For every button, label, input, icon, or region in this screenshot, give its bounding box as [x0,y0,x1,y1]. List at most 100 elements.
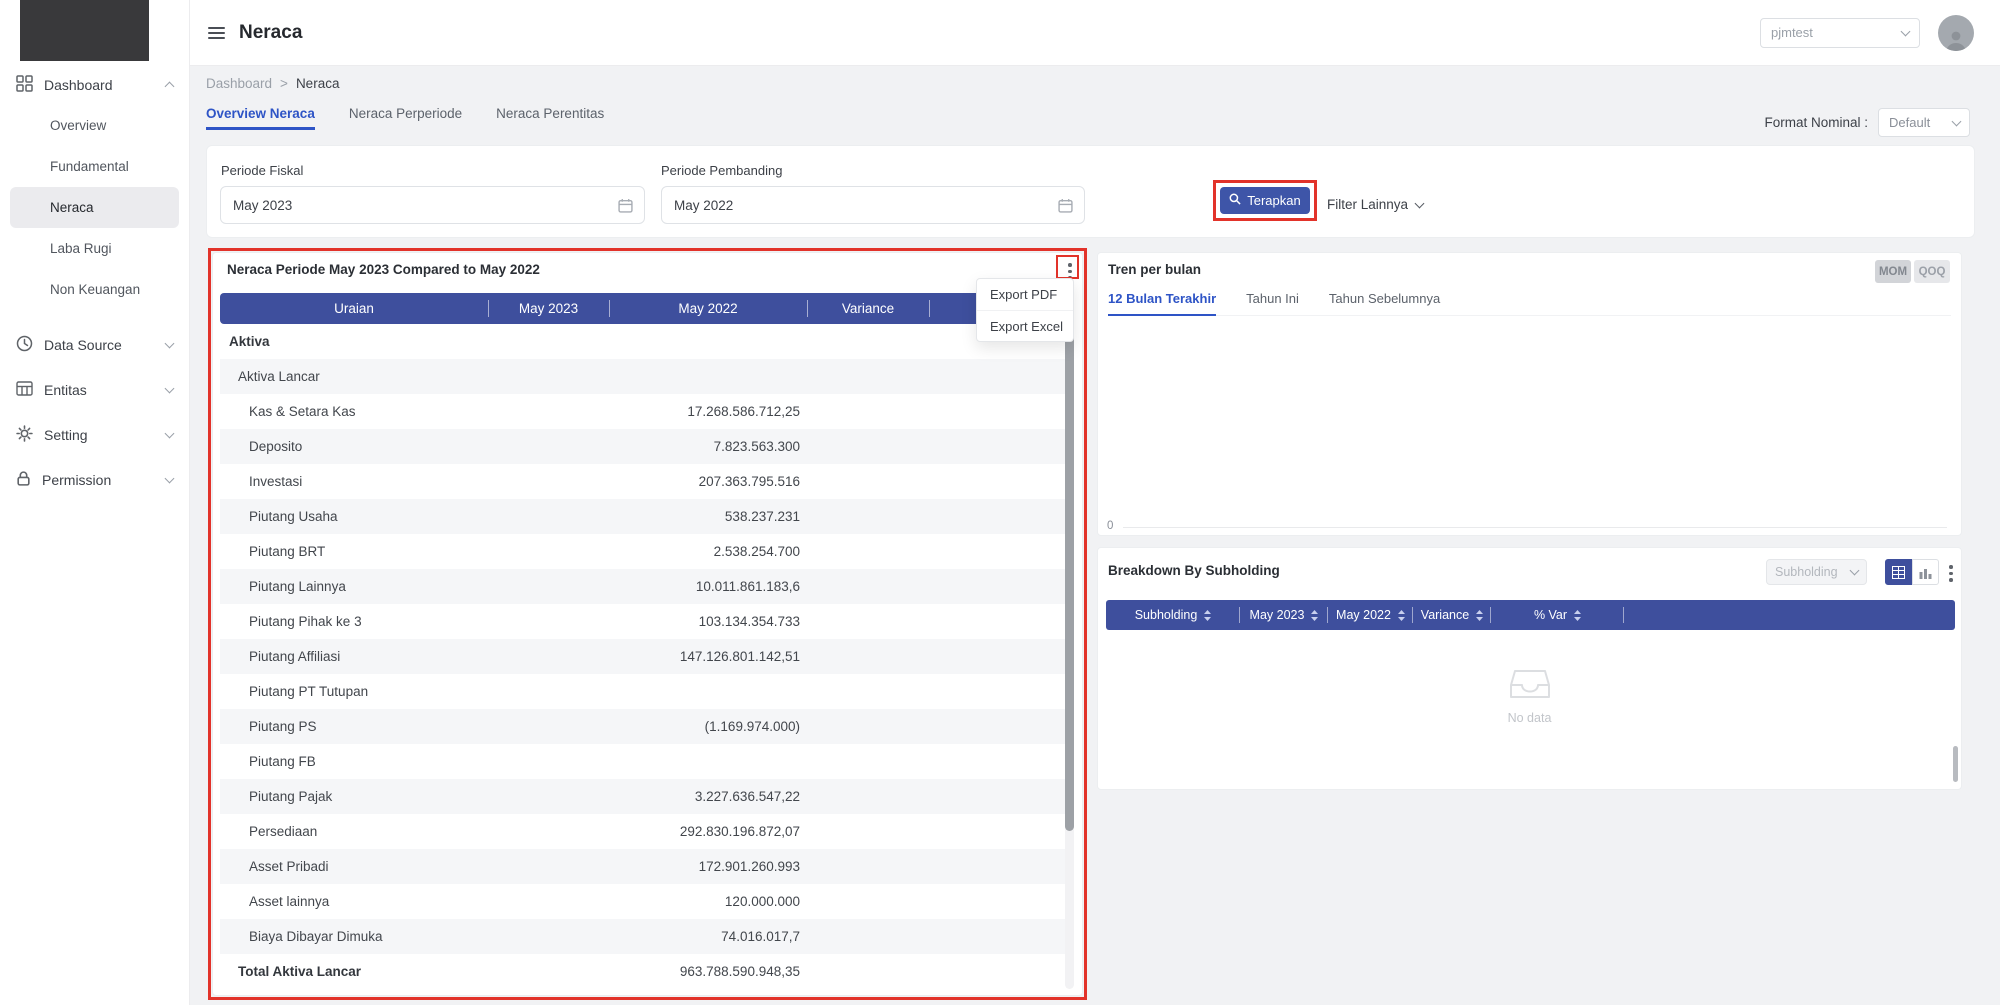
sidebar-item-label: Non Keuangan [50,282,140,297]
tren-tabs: 12 Bulan Terakhir Tahun Ini Tahun Sebelu… [1108,291,1951,316]
neraca-panel: Neraca Periode May 2023 Compared to May … [212,252,1083,996]
tab-12-bulan-terakhir[interactable]: 12 Bulan Terakhir [1108,291,1216,316]
table-row: Asset Pribadi172.901.260.993 [220,849,1065,884]
sidebar-item-label: Setting [44,427,88,443]
column-header-may-2023[interactable]: May 2023 [1240,600,1328,630]
chevron-down-icon [165,473,175,483]
sidebar-item-neraca[interactable]: Neraca [10,187,179,228]
tab-neraca-perperiode[interactable]: Neraca Perperiode [349,106,462,130]
format-nominal-value: Default [1889,115,1930,130]
terapkan-button[interactable]: Terapkan [1220,187,1310,214]
bar-chart-icon [1919,566,1932,579]
periode-fiskal-input[interactable] [221,198,618,213]
column-header-uraian: Uraian [220,293,488,324]
column-header-variance: Variance [807,293,929,324]
table-row: Piutang Affiliasi147.126.801.142,51 [220,639,1065,674]
table-scrollbar-thumb[interactable] [1065,326,1074,831]
breakdown-scrollbar-thumb[interactable] [1953,746,1958,782]
sidebar-item-label: Dashboard [44,77,113,93]
table-row: Investasi207.363.795.516 [220,464,1065,499]
filter-lainnya-link[interactable]: Filter Lainnya [1327,197,1423,212]
neraca-table-body: Aktiva Aktiva Lancar Kas & Setara Kas17.… [220,324,1065,989]
column-header-subholding[interactable]: Subholding [1106,600,1240,630]
tab-overview-neraca[interactable]: Overview Neraca [206,106,315,130]
table-row: Piutang Lainnya10.011.861.183,6 [220,569,1065,604]
chart-view-button[interactable] [1912,559,1939,585]
sidebar-item-permission[interactable]: Permission [0,457,189,502]
breakdown-panel: Breakdown By Subholding Subholding Subho… [1097,547,1962,790]
column-header-variance[interactable]: Variance [1413,600,1491,630]
breadcrumb-dashboard[interactable]: Dashboard [206,76,272,91]
hamburger-menu-icon[interactable] [208,27,225,39]
sidebar-menu: Dashboard Overview Fundamental Neraca La… [0,64,189,502]
menu-item-export-pdf[interactable]: Export PDF [977,279,1073,310]
data-source-clock-icon [16,335,33,355]
sidebar-item-data-source[interactable]: Data Source [0,322,189,367]
user-dropdown[interactable]: pjmtest [1760,18,1920,48]
table-row: Piutang Pajak3.227.636.547,22 [220,779,1065,814]
person-icon [1944,29,1968,51]
periode-fiskal-field [220,186,645,224]
app-logo [20,0,149,61]
breakdown-panel-title: Breakdown By Subholding [1108,563,1280,578]
sidebar-item-laba-rugi[interactable]: Laba Rugi [10,228,179,269]
sidebar-item-non-keuangan[interactable]: Non Keuangan [10,269,179,310]
column-header-may-2023: May 2023 [488,293,609,324]
mom-toggle-button[interactable]: MOM [1875,260,1911,283]
tab-tahun-sebelumnya[interactable]: Tahun Sebelumnya [1329,291,1440,316]
table-row: Aktiva [220,324,1065,359]
qoq-toggle-button[interactable]: QOQ [1914,260,1950,283]
menu-spacer [0,310,189,322]
neraca-panel-title: Neraca Periode May 2023 Compared to May … [227,262,540,277]
table-row: Piutang Usaha538.237.231 [220,499,1065,534]
neraca-table: Uraian May 2023 May 2022 Variance Aktiva… [220,293,1065,989]
table-view-button[interactable] [1885,559,1912,585]
tren-panel-title: Tren per bulan [1108,262,1201,277]
app-root: Dashboard Overview Fundamental Neraca La… [0,0,2000,1005]
breakdown-kebab-menu-icon[interactable] [1944,563,1958,584]
breadcrumb-current: Neraca [296,76,340,91]
breadcrumb: Dashboard > Neraca [206,76,339,91]
sidebar-item-entitas[interactable]: Entitas [0,367,189,412]
table-row: Piutang Pihak ke 3103.134.354.733 [220,604,1065,639]
table-row: Piutang BRT2.538.254.700 [220,534,1065,569]
sort-icon [1398,610,1405,621]
table-row: Aktiva Lancar [220,359,1065,394]
neraca-table-header: Uraian May 2023 May 2022 Variance [220,293,1065,324]
breakdown-table-header: Subholding May 2023 May 2022 Variance % … [1106,600,1955,630]
tab-neraca-perentitas[interactable]: Neraca Perentitas [496,106,604,130]
periode-pembanding-input[interactable] [662,198,1058,213]
subholding-select[interactable]: Subholding [1766,559,1867,585]
sort-icon [1574,610,1581,621]
sidebar-item-overview[interactable]: Overview [10,105,179,146]
no-data-placeholder: No data [1098,664,1961,725]
sidebar-item-fundamental[interactable]: Fundamental [10,146,179,187]
sidebar-item-dashboard[interactable]: Dashboard [0,64,189,105]
menu-item-export-excel[interactable]: Export Excel [977,310,1073,341]
periode-pembanding-field [661,186,1085,224]
column-header-pct-var[interactable]: % Var [1491,600,1624,630]
sidebar: Dashboard Overview Fundamental Neraca La… [0,0,190,1005]
sort-icon [1204,610,1211,621]
page-title: Neraca [239,22,302,44]
chevron-down-icon [165,338,175,348]
table-row: Piutang FB [220,744,1065,779]
dashboard-grid-icon [16,75,33,95]
lock-icon [16,470,31,490]
format-nominal-select[interactable]: Default [1878,108,1970,137]
periode-fiskal-label: Periode Fiskal [221,163,303,178]
column-header-filler [1624,600,1955,630]
no-data-label: No data [1508,711,1552,725]
table-row: Kas & Setara Kas17.268.586.712,25 [220,394,1065,429]
tab-tahun-ini[interactable]: Tahun Ini [1246,291,1299,316]
column-header-may-2022[interactable]: May 2022 [1328,600,1413,630]
chevron-down-icon [1952,116,1962,126]
table-row-total: Total Aktiva Lancar963.788.590.948,35 [220,954,1065,989]
sidebar-item-setting[interactable]: Setting [0,412,189,457]
table-row: Biaya Dibayar Dimuka74.016.017,7 [220,919,1065,954]
sidebar-item-label: Overview [50,118,106,133]
chevron-down-icon [1415,198,1425,208]
empty-inbox-icon [1506,664,1554,704]
topbar: Neraca pjmtest [190,0,2000,66]
avatar[interactable] [1938,15,1974,51]
